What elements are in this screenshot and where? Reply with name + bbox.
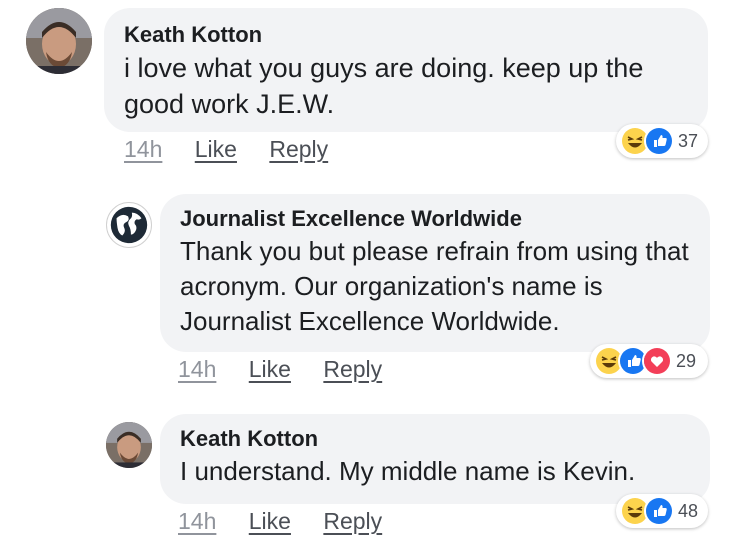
reaction-count: 29 <box>676 350 697 371</box>
comment-timestamp[interactable]: 14h <box>178 356 216 382</box>
comment-text: Thank you but please refrain from using … <box>180 236 689 336</box>
comment-author[interactable]: Keath Kotton <box>124 22 688 48</box>
reply-link[interactable]: Reply <box>269 136 328 162</box>
globe-logo-icon <box>110 206 148 244</box>
reaction-summary[interactable]: 29 <box>590 344 708 378</box>
comment-actions: 14h Like Reply <box>178 356 408 383</box>
like-link[interactable]: Like <box>249 508 291 534</box>
reaction-count: 37 <box>678 130 699 151</box>
comment-text: i love what you guys are doing. keep up … <box>124 53 644 119</box>
comment-bubble: Keath Kotton i love what you guys are do… <box>104 8 708 132</box>
love-reaction-icon <box>642 346 672 376</box>
avatar-keath-kotton[interactable] <box>26 8 92 74</box>
comment-author[interactable]: Journalist Excellence Worldwide <box>180 206 690 232</box>
comment-actions: 14h Like Reply <box>178 508 408 535</box>
comment-text: I understand. My middle name is Kevin. <box>180 456 636 486</box>
like-link[interactable]: Like <box>249 356 291 382</box>
like-reaction-icon <box>644 496 674 526</box>
comment-author[interactable]: Keath Kotton <box>180 426 690 452</box>
reply-link[interactable]: Reply <box>323 356 382 382</box>
reaction-summary[interactable]: 48 <box>616 494 708 528</box>
avatar-journalist-excellence-worldwide[interactable] <box>106 202 152 248</box>
reply-link[interactable]: Reply <box>323 508 382 534</box>
comment-actions: 14h Like Reply <box>124 136 354 163</box>
avatar-keath-kotton[interactable] <box>106 422 152 468</box>
comment-bubble: Journalist Excellence Worldwide Thank yo… <box>160 194 710 352</box>
profile-photo-icon <box>26 8 92 74</box>
reaction-count: 48 <box>678 500 699 521</box>
comment-timestamp[interactable]: 14h <box>124 136 162 162</box>
comment-bubble: Keath Kotton I understand. My middle nam… <box>160 414 710 504</box>
like-reaction-icon <box>644 126 674 156</box>
profile-photo-icon <box>106 422 152 468</box>
reaction-summary[interactable]: 37 <box>616 124 708 158</box>
like-link[interactable]: Like <box>195 136 237 162</box>
comment-timestamp[interactable]: 14h <box>178 508 216 534</box>
